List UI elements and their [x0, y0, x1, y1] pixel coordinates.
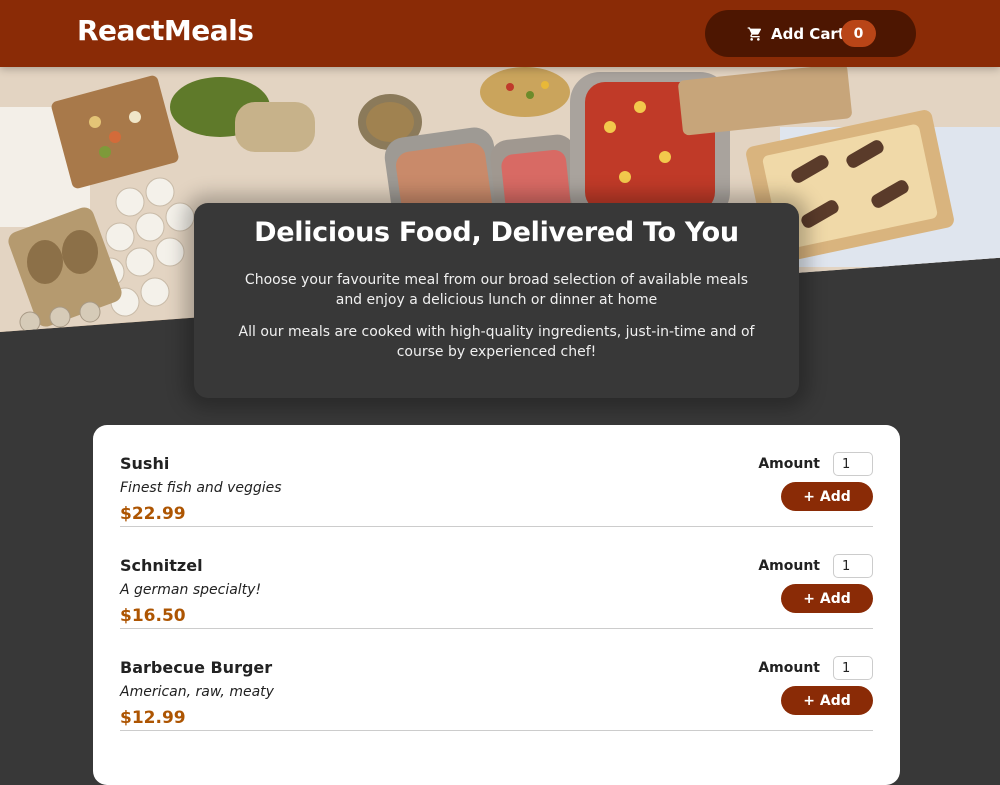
meal-name: Sushi — [120, 454, 170, 473]
meal-price: $12.99 — [120, 708, 186, 728]
add-button[interactable]: + Add — [781, 686, 873, 715]
meals-list: Sushi Finest fish and veggies $22.99 Amo… — [93, 425, 900, 785]
add-button[interactable]: + Add — [781, 482, 873, 511]
meal-description: A german specialty! — [120, 582, 262, 598]
amount-input[interactable] — [833, 554, 873, 578]
brand-logo[interactable]: ReactMeals — [77, 14, 254, 47]
meal-item: Barbecue Burger American, raw, meaty $12… — [120, 629, 873, 731]
meal-description: Finest fish and veggies — [120, 480, 282, 496]
cart-button[interactable]: Add Cart 0 — [705, 10, 916, 57]
meal-price: $16.50 — [120, 606, 186, 626]
summary-title: Delicious Food, Delivered To You — [254, 217, 739, 248]
cart-count-badge: 0 — [841, 20, 876, 47]
amount-input[interactable] — [833, 452, 873, 476]
amount-input[interactable] — [833, 656, 873, 680]
amount-label: Amount — [758, 456, 820, 472]
meal-name: Schnitzel — [120, 556, 203, 575]
amount-label: Amount — [758, 558, 820, 574]
summary-paragraph: Choose your favourite meal from our broa… — [244, 272, 749, 308]
meal-item: Sushi Finest fish and veggies $22.99 Amo… — [120, 425, 873, 527]
meal-item: Schnitzel A german specialty! $16.50 Amo… — [120, 527, 873, 629]
header-bar: ReactMeals Add Cart 0 — [0, 0, 1000, 67]
meal-name: Barbecue Burger — [120, 658, 273, 677]
amount-label: Amount — [758, 660, 820, 676]
summary-paragraph: All our meals are cooked with high-quali… — [238, 324, 755, 360]
add-button[interactable]: + Add — [781, 584, 873, 613]
meal-price: $22.99 — [120, 504, 186, 524]
shopping-cart-icon — [747, 26, 762, 41]
meal-description: American, raw, meaty — [120, 684, 274, 700]
meals-summary: Delicious Food, Delivered To You Choose … — [194, 203, 799, 398]
cart-label: Add Cart — [771, 24, 846, 43]
